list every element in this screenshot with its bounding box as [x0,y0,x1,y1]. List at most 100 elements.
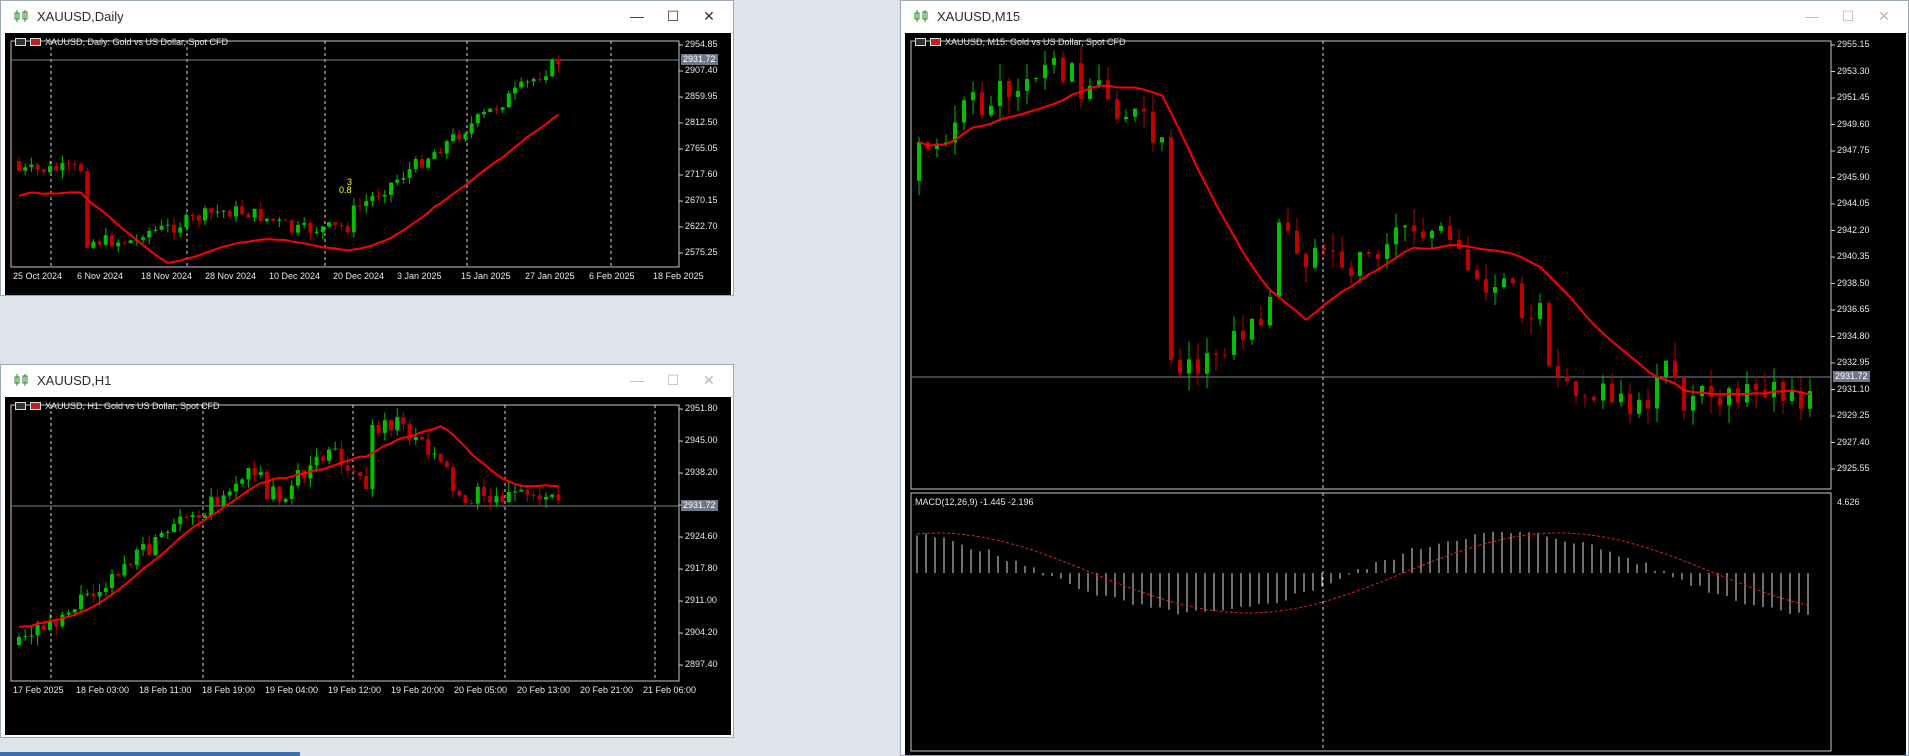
candle-body [190,215,195,217]
chart-menu-icon[interactable] [15,38,26,46]
candle-body [66,612,71,615]
candle-body [271,218,276,221]
candle-body [314,456,319,466]
taskbar-strip [0,752,300,756]
candle-body [196,515,201,519]
close-icon[interactable]: ✕ [1866,1,1902,31]
candle-body [1511,278,1515,284]
price-axis-label: 2955.15 [1837,39,1870,49]
time-axis-label: 3 Jan 2025 [397,271,442,281]
time-axis-label: 28 Nov 2024 [205,271,257,281]
maximize-icon[interactable]: ☐ [655,365,691,395]
maximize-icon[interactable]: ☐ [655,1,691,31]
candle-body [1295,230,1299,254]
candle-body [79,594,83,610]
price-axis-label: 2951.45 [1837,92,1870,102]
candle-body [1079,63,1083,99]
time-axis-label: 6 Feb 2025 [589,271,635,281]
candle-body [1655,376,1659,409]
time-axis-label: 18 Feb 2025 [653,271,704,281]
candle-body [1286,222,1290,231]
candle-body [1367,252,1371,255]
minimize-icon[interactable]: — [619,365,655,395]
window-m15[interactable]: XAUUSD,M15 — ☐ ✕ XAUUSD, M15: Gold vs US… [900,0,1909,756]
candle-body [1115,99,1119,120]
candle-body [240,206,245,215]
candle-body [382,194,387,197]
candle-body [97,241,102,245]
price-axis-label: 2931.10 [1837,383,1870,394]
candle-body [265,218,269,222]
candle-body [48,166,52,173]
candle-body [1430,230,1434,239]
candle-body [500,496,505,503]
chart-menu-icon[interactable] [15,402,26,410]
minimize-icon[interactable]: — [619,1,655,31]
candle-body [320,226,325,232]
candlestick-icon [14,10,28,22]
candle-body [1700,386,1704,397]
chart-menu-icon[interactable] [915,38,926,46]
candle-body [190,515,195,518]
one-click-trading-icon[interactable] [30,402,41,410]
candle-body [438,152,443,154]
candle-body [413,159,418,170]
candle-body [1151,111,1155,143]
close-icon[interactable]: ✕ [691,1,727,31]
window-titlebar[interactable]: XAUUSD,M15 — ☐ ✕ [901,1,1908,31]
fractal-down-label: 0.8 [339,185,352,195]
candle-body [147,230,152,238]
candle-body [66,163,71,165]
candle-body [41,625,46,631]
candle-body [327,222,331,227]
candle-body [364,201,369,207]
window-h1[interactable]: XAUUSD,H1 — ☐ ✕ XAUUSD, H1: Gold vs US D… [0,364,734,738]
candle-body [506,93,511,108]
window-title: XAUUSD,Daily [37,8,124,24]
price-axis-label: 2945.90 [1837,171,1870,182]
time-axis-label: 27 Jan 2025 [525,271,575,281]
time-axis-label: 19 Feb 20:00 [391,685,445,695]
minimize-icon[interactable]: — [1794,1,1830,31]
time-axis-label: 10 Dec 2024 [269,271,321,281]
candle-body [153,229,158,231]
candle-body [358,472,362,476]
candle-body [91,593,96,597]
time-axis-label: 18 Nov 2024 [141,271,193,281]
window-daily[interactable]: XAUUSD,Daily — ☐ ✕ XAUUSD, Daily: Gold v… [0,0,734,296]
chart-daily[interactable]: XAUUSD, Daily: Gold vs US Dollar, Spot C… [5,33,731,295]
candle-body [1376,254,1380,259]
candle-body [1493,287,1497,293]
close-icon[interactable]: ✕ [691,365,727,395]
candle-body [376,195,381,197]
candle-body [221,210,226,212]
candle-body [103,588,108,592]
price-axis-label: 2945.00 [685,435,718,445]
candle-body [172,524,176,532]
chart-h1[interactable]: XAUUSD, H1: Gold vs US Dollar, Spot CFD 2… [5,397,731,735]
candle-body [513,87,517,94]
candle-body [494,108,499,110]
candle-body [1196,359,1200,374]
time-axis-label: 20 Feb 21:00 [580,685,634,695]
price-axis-label: 2859.95 [685,91,718,101]
one-click-trading-icon[interactable] [930,38,941,46]
candle-body [1025,78,1029,91]
candle-body [153,537,158,556]
chart-m15[interactable]: XAUUSD, M15: Gold vs US Dollar, Spot CFD… [905,33,1906,755]
price-axis-label: 2934.80 [1837,330,1870,341]
candle-body [494,496,499,503]
candle-body [370,195,375,202]
one-click-trading-icon[interactable] [30,38,41,46]
candle-body [469,123,474,134]
candle-body [258,208,263,222]
candle-body [556,59,561,65]
window-titlebar[interactable]: XAUUSD,Daily — ☐ ✕ [1,1,733,31]
candle-body [1502,278,1506,288]
candle-body [234,483,238,492]
price-axis-label: 2897.40 [685,659,718,669]
candle-body [41,169,46,173]
maximize-icon[interactable]: ☐ [1830,1,1866,31]
window-titlebar[interactable]: XAUUSD,H1 — ☐ ✕ [1,365,733,395]
price-axis-label: 2812.50 [685,117,718,127]
